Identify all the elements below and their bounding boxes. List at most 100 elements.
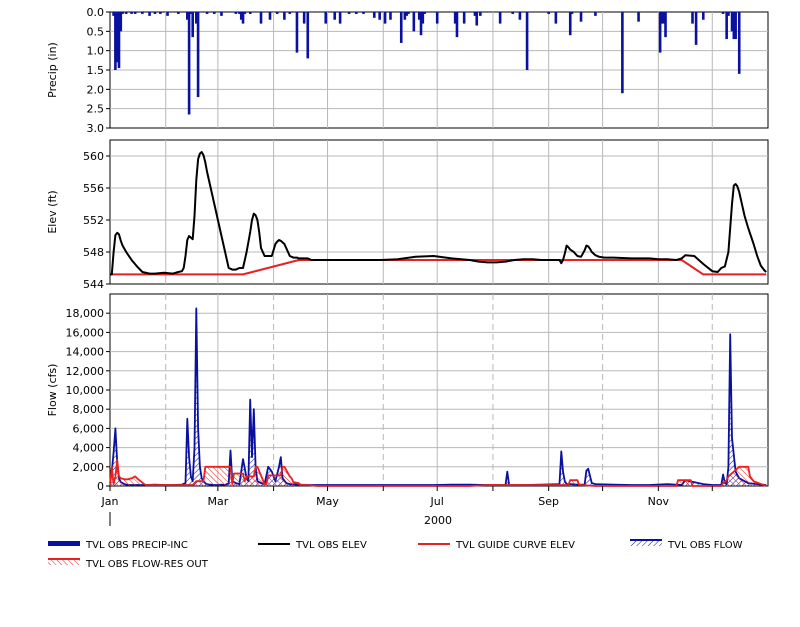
precip-bar <box>525 12 529 70</box>
precip-bar <box>205 12 209 14</box>
precip-bar <box>177 12 180 14</box>
flow-y-tick-label: 2,000 <box>73 461 105 474</box>
precip-bar <box>579 12 583 22</box>
precip-bar <box>295 12 299 53</box>
precip-bar <box>119 12 123 32</box>
precip-bar <box>220 12 223 16</box>
flow-y-tick-label: 10,000 <box>66 384 105 397</box>
chart-figure: 0.0 0.5 1.0 1.5 2.0 2.5 3.0 Precip (in) 544 548… <box>46 6 769 570</box>
flow-y-ticks: 0 2,000 4,000 6,000 8,000 10,000 12,000 14,000 1… <box>66 307 110 493</box>
precip-bar <box>338 12 342 24</box>
precip-y-tick-label: 2.0 <box>87 83 105 96</box>
precip-y-tick-label: 1.0 <box>87 45 105 58</box>
precip-bar <box>547 12 550 14</box>
flow-y-tick-label: 12,000 <box>66 365 105 378</box>
precip-bar <box>275 12 279 14</box>
precip-bar <box>187 12 191 115</box>
precip-bar <box>159 12 162 14</box>
elevation-y-tick-label: 552 <box>83 214 104 227</box>
precip-bar <box>141 12 144 14</box>
precip-bar <box>153 12 157 14</box>
precip-bar <box>621 12 624 94</box>
precip-bar <box>259 12 263 24</box>
x-axis-year-label: 2000 <box>424 514 452 527</box>
precip-bar <box>725 12 728 40</box>
x-tick-label: Jan <box>101 495 119 508</box>
precip-bar <box>721 12 725 14</box>
precip-bar <box>407 12 410 14</box>
legend-label-tvl-obs-flow: TVL OBS FLOW <box>667 540 743 551</box>
x-tick-label: Sep <box>538 495 559 508</box>
precip-bar <box>594 12 597 16</box>
precip-bar <box>288 12 292 14</box>
precip-bar <box>475 12 479 26</box>
precip-bar <box>302 12 306 24</box>
elevation-y-tick-label: 544 <box>83 278 104 291</box>
precip-bar <box>191 12 194 38</box>
precip-y-tick-label: 2.5 <box>87 103 105 116</box>
legend: TVL OBS PRECIP-INC TVL OBS ELEV TVL GUIDE … <box>48 539 743 570</box>
elevation-y-ticks: 544 548 552 556 560 <box>83 150 110 291</box>
precip-bar <box>701 12 705 20</box>
elevation-panel: 544 548 552 556 560 Elev (ft) <box>46 139 769 291</box>
elevation-y-tick-label: 548 <box>83 246 104 259</box>
flow-y-tick-label: 0 <box>97 480 104 493</box>
precip-bar <box>664 12 667 38</box>
precip-bar <box>121 12 124 14</box>
precip-bar <box>389 12 392 20</box>
legend-swatch-tvl-obs-precip-inc <box>48 541 80 546</box>
elevation-y-tick-label: 556 <box>83 182 104 195</box>
elevation-plot-area <box>109 139 769 285</box>
flow-y-tick-label: 8,000 <box>73 403 105 416</box>
legend-label-tvl-guide-curve-elev: TVL GUIDE CURVE ELEV <box>455 540 575 551</box>
legend-label-tvl-obs-elev: TVL OBS ELEV <box>295 540 367 551</box>
precip-bar <box>234 12 238 14</box>
flow-y-tick-label: 4,000 <box>73 442 105 455</box>
precip-bar <box>355 12 358 14</box>
x-tick-label: Jul <box>430 495 444 508</box>
flow-y-tick-label: 14,000 <box>66 346 105 359</box>
legend-label-tvl-obs-precip-inc: TVL OBS PRECIP-INC <box>85 540 188 551</box>
precip-bar <box>554 12 558 24</box>
x-tick-label: Mar <box>207 495 228 508</box>
precip-bar <box>694 12 698 45</box>
precip-y-tick-label: 0.0 <box>87 6 105 19</box>
precip-y-tick-label: 3.0 <box>87 122 105 135</box>
legend-label-tvl-obs-flow-res-out: TVL OBS FLOW-RES OUT <box>85 559 209 570</box>
precip-y-tick-label: 0.5 <box>87 25 105 38</box>
precip-bar <box>568 12 572 36</box>
precip-bar <box>212 12 216 14</box>
precip-bar <box>518 12 522 20</box>
precip-y-ticks: 0.0 0.5 1.0 1.5 2.0 2.5 3.0 <box>87 6 110 135</box>
precip-bar <box>324 12 328 24</box>
precip-bar <box>243 12 247 14</box>
precip-bar <box>248 12 252 14</box>
precip-bar <box>333 12 337 20</box>
precip-bar <box>148 12 151 16</box>
precip-bar <box>479 12 482 16</box>
precip-bar <box>511 12 515 14</box>
precip-bar <box>372 12 376 18</box>
precip-bar <box>268 12 272 20</box>
precip-panel: 0.0 0.5 1.0 1.5 2.0 2.5 3.0 Precip (in) <box>46 6 769 135</box>
precip-bar <box>570 12 574 14</box>
precip-bar <box>737 12 741 74</box>
precip-y-tick-label: 1.5 <box>87 64 105 77</box>
precip-bar <box>399 12 403 43</box>
precip-bar <box>727 12 730 16</box>
x-tick-label: Nov <box>648 495 670 508</box>
precip-bar <box>498 12 502 24</box>
x-axis: Jan Mar May Jul Sep Nov <box>101 486 713 526</box>
precip-bar <box>455 12 459 38</box>
precip-bar <box>196 12 200 98</box>
precip-bar <box>130 12 133 14</box>
precip-bar <box>133 12 137 14</box>
precip-bar <box>423 12 426 14</box>
precip-bar <box>691 12 694 24</box>
x-tick-label: May <box>316 495 339 508</box>
elevation-y-axis-label: Elev (ft) <box>46 190 59 233</box>
flow-y-tick-label: 6,000 <box>73 422 105 435</box>
flow-y-tick-label: 18,000 <box>66 307 105 320</box>
precip-bar <box>637 12 640 22</box>
precip-bar <box>412 12 416 32</box>
